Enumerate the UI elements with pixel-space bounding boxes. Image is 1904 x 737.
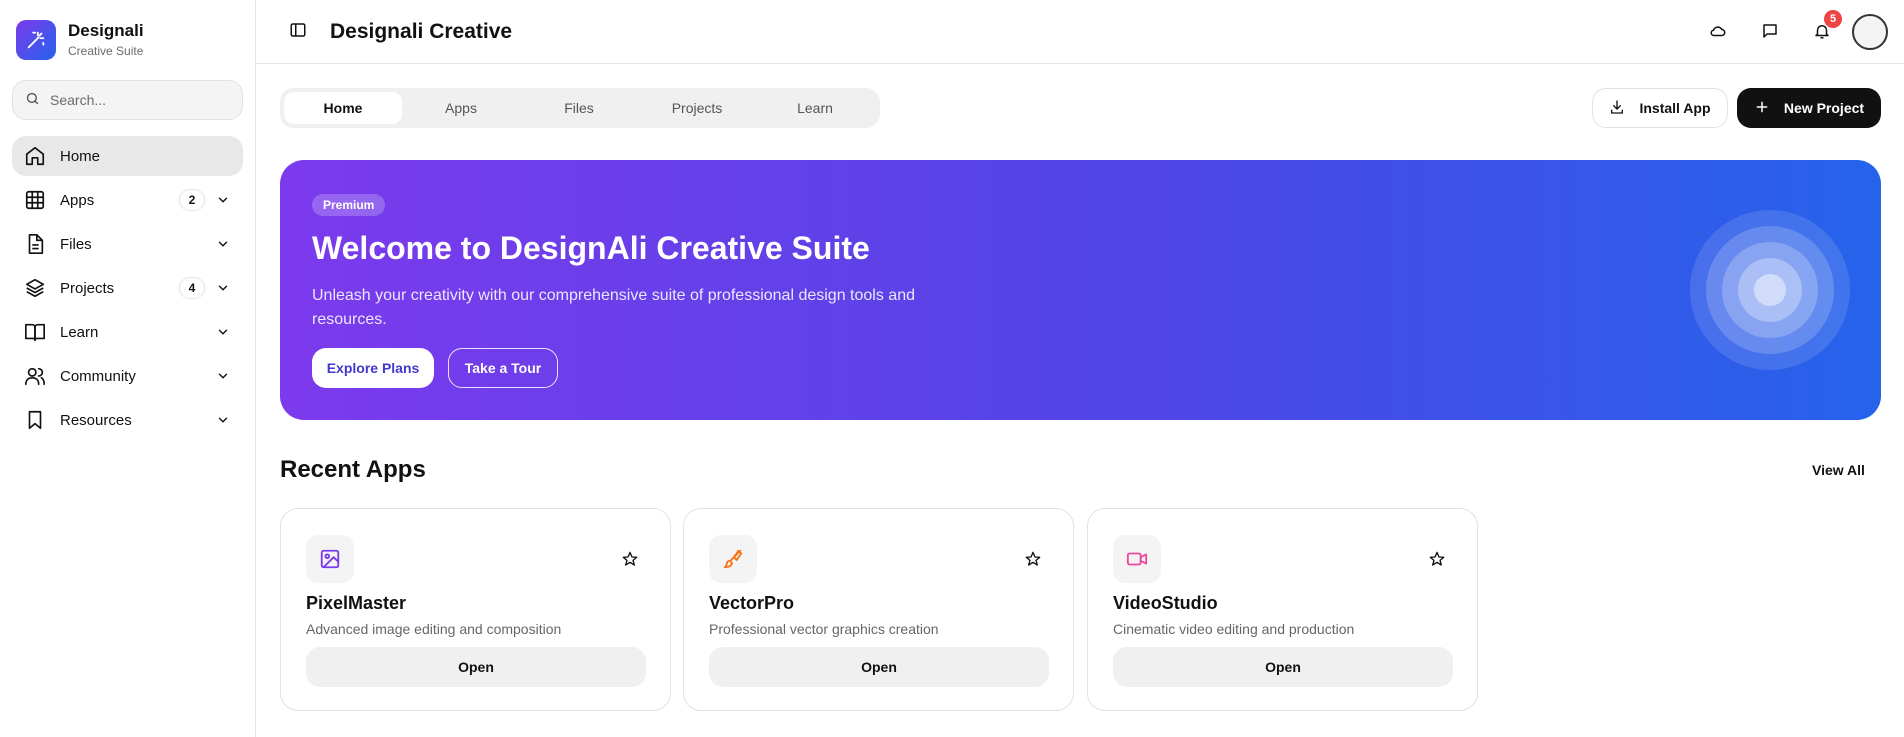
search-icon [25,91,40,109]
open-app-button[interactable]: Open [709,647,1049,687]
sidebar-toggle-button[interactable] [280,14,316,50]
search-box[interactable] [12,80,243,120]
app-name: PixelMaster [306,593,407,613]
count-badge: 4 [179,277,205,299]
chevron-down-icon[interactable] [215,368,231,384]
app-description: Advanced image editing and composition [306,621,562,637]
new-project-label: New Project [1783,100,1865,116]
app-card-vectorpro[interactable]: VectorPro Professional vector graphics c… [683,508,1074,711]
tab-home[interactable]: Home [284,92,402,124]
open-app-button[interactable]: Open [306,647,646,687]
tab-apps[interactable]: Apps [402,92,520,124]
sidebar-item-label: Resources [60,411,132,429]
new-project-button[interactable]: New Project [1737,88,1881,128]
hero-description: Unleash your creativity with our compreh… [312,287,915,328]
main-tabs: Home Apps Files Projects Learn [280,88,880,128]
sidebar-item-home[interactable]: Home [12,136,243,176]
sidebar-item-community[interactable]: Community [12,356,243,396]
count-badge: 2 [179,189,205,211]
plus-icon [1754,99,1784,118]
chevron-down-icon[interactable] [215,280,231,296]
brand-title: Designali [68,21,144,40]
sidebar-item-files[interactable]: Files [12,224,243,264]
top-header: Designali Creative 5 [256,0,1904,64]
star-icon[interactable] [620,549,640,569]
star-icon[interactable] [1023,549,1043,569]
notification-badge: 5 [1824,10,1842,28]
sidebar-item-learn[interactable]: Learn [12,312,243,352]
panel-left-icon [289,21,307,42]
avatar[interactable] [1852,14,1888,50]
sidebar-item-label: Home [60,147,101,165]
video-icon [1113,535,1161,583]
concentric-rings-icon [1690,210,1850,370]
brand-subtitle: Creative Suite [68,44,144,58]
users-icon [24,365,46,387]
chevron-down-icon[interactable] [215,412,231,428]
notifications-button[interactable]: 5 [1802,10,1842,52]
book-icon [24,321,46,343]
message-square-icon [1761,22,1779,43]
install-app-button[interactable]: Install App [1592,88,1728,128]
tab-projects[interactable]: Projects [638,92,756,124]
sidebar-item-apps[interactable]: Apps 2 [12,180,243,220]
chevron-down-icon[interactable] [215,324,231,340]
app-name: VideoStudio [1113,593,1218,613]
bookmark-icon [24,409,46,431]
sidebar: Designali Creative Suite Home Apps 2 [0,0,256,737]
app-description: Professional vector graphics creation [709,621,939,637]
explore-plans-button[interactable]: Explore Plans [312,348,434,388]
app-card-videostudio[interactable]: VideoStudio Cinematic video editing and … [1087,508,1478,711]
sidebar-item-projects[interactable]: Projects 4 [12,268,243,308]
home-icon [24,145,46,167]
sidebar-item-resources[interactable]: Resources [12,400,243,440]
chevron-down-icon[interactable] [215,236,231,252]
recent-apps-title: Recent Apps [280,456,426,483]
download-icon [1609,99,1639,118]
hero-title: Welcome to DesignAli Creative Suite [312,230,870,266]
app-description: Cinematic video editing and production [1113,621,1355,637]
magic-wand-icon [16,20,56,60]
tab-learn[interactable]: Learn [756,92,874,124]
sidebar-item-label: Community [60,367,136,385]
app-name: VectorPro [709,593,795,613]
layers-icon [24,277,46,299]
sidebar-item-label: Projects [60,279,115,297]
page-title: Designali Creative [330,19,513,43]
cloud-icon [1709,22,1727,43]
view-all-link[interactable]: View All [1812,462,1865,478]
brush-icon [709,535,757,583]
brand[interactable]: Designali Creative Suite [0,0,255,64]
sidebar-item-label: Apps [60,191,95,209]
app-card-pixelmaster[interactable]: PixelMaster Advanced image editing and c… [280,508,671,711]
header-actions: 5 [1686,10,1888,52]
sidebar-nav: Home Apps 2 Files Projects 4 Learn Commu… [12,136,243,444]
cloud-button[interactable] [1698,12,1738,52]
sidebar-item-label: Files [60,235,92,253]
tab-files[interactable]: Files [520,92,638,124]
image-icon [306,535,354,583]
hero-banner: Premium Welcome to DesignAli Creative Su… [280,160,1881,420]
take-tour-button[interactable]: Take a Tour [448,348,558,388]
install-app-label: Install App [1639,100,1711,116]
grid-icon [24,189,46,211]
chevron-down-icon[interactable] [215,192,231,208]
search-input[interactable] [50,92,230,108]
sidebar-item-label: Learn [60,323,99,341]
messages-button[interactable] [1750,12,1790,52]
premium-badge: Premium [312,194,386,216]
star-icon[interactable] [1427,549,1447,569]
file-icon [24,233,46,255]
open-app-button[interactable]: Open [1113,647,1453,687]
